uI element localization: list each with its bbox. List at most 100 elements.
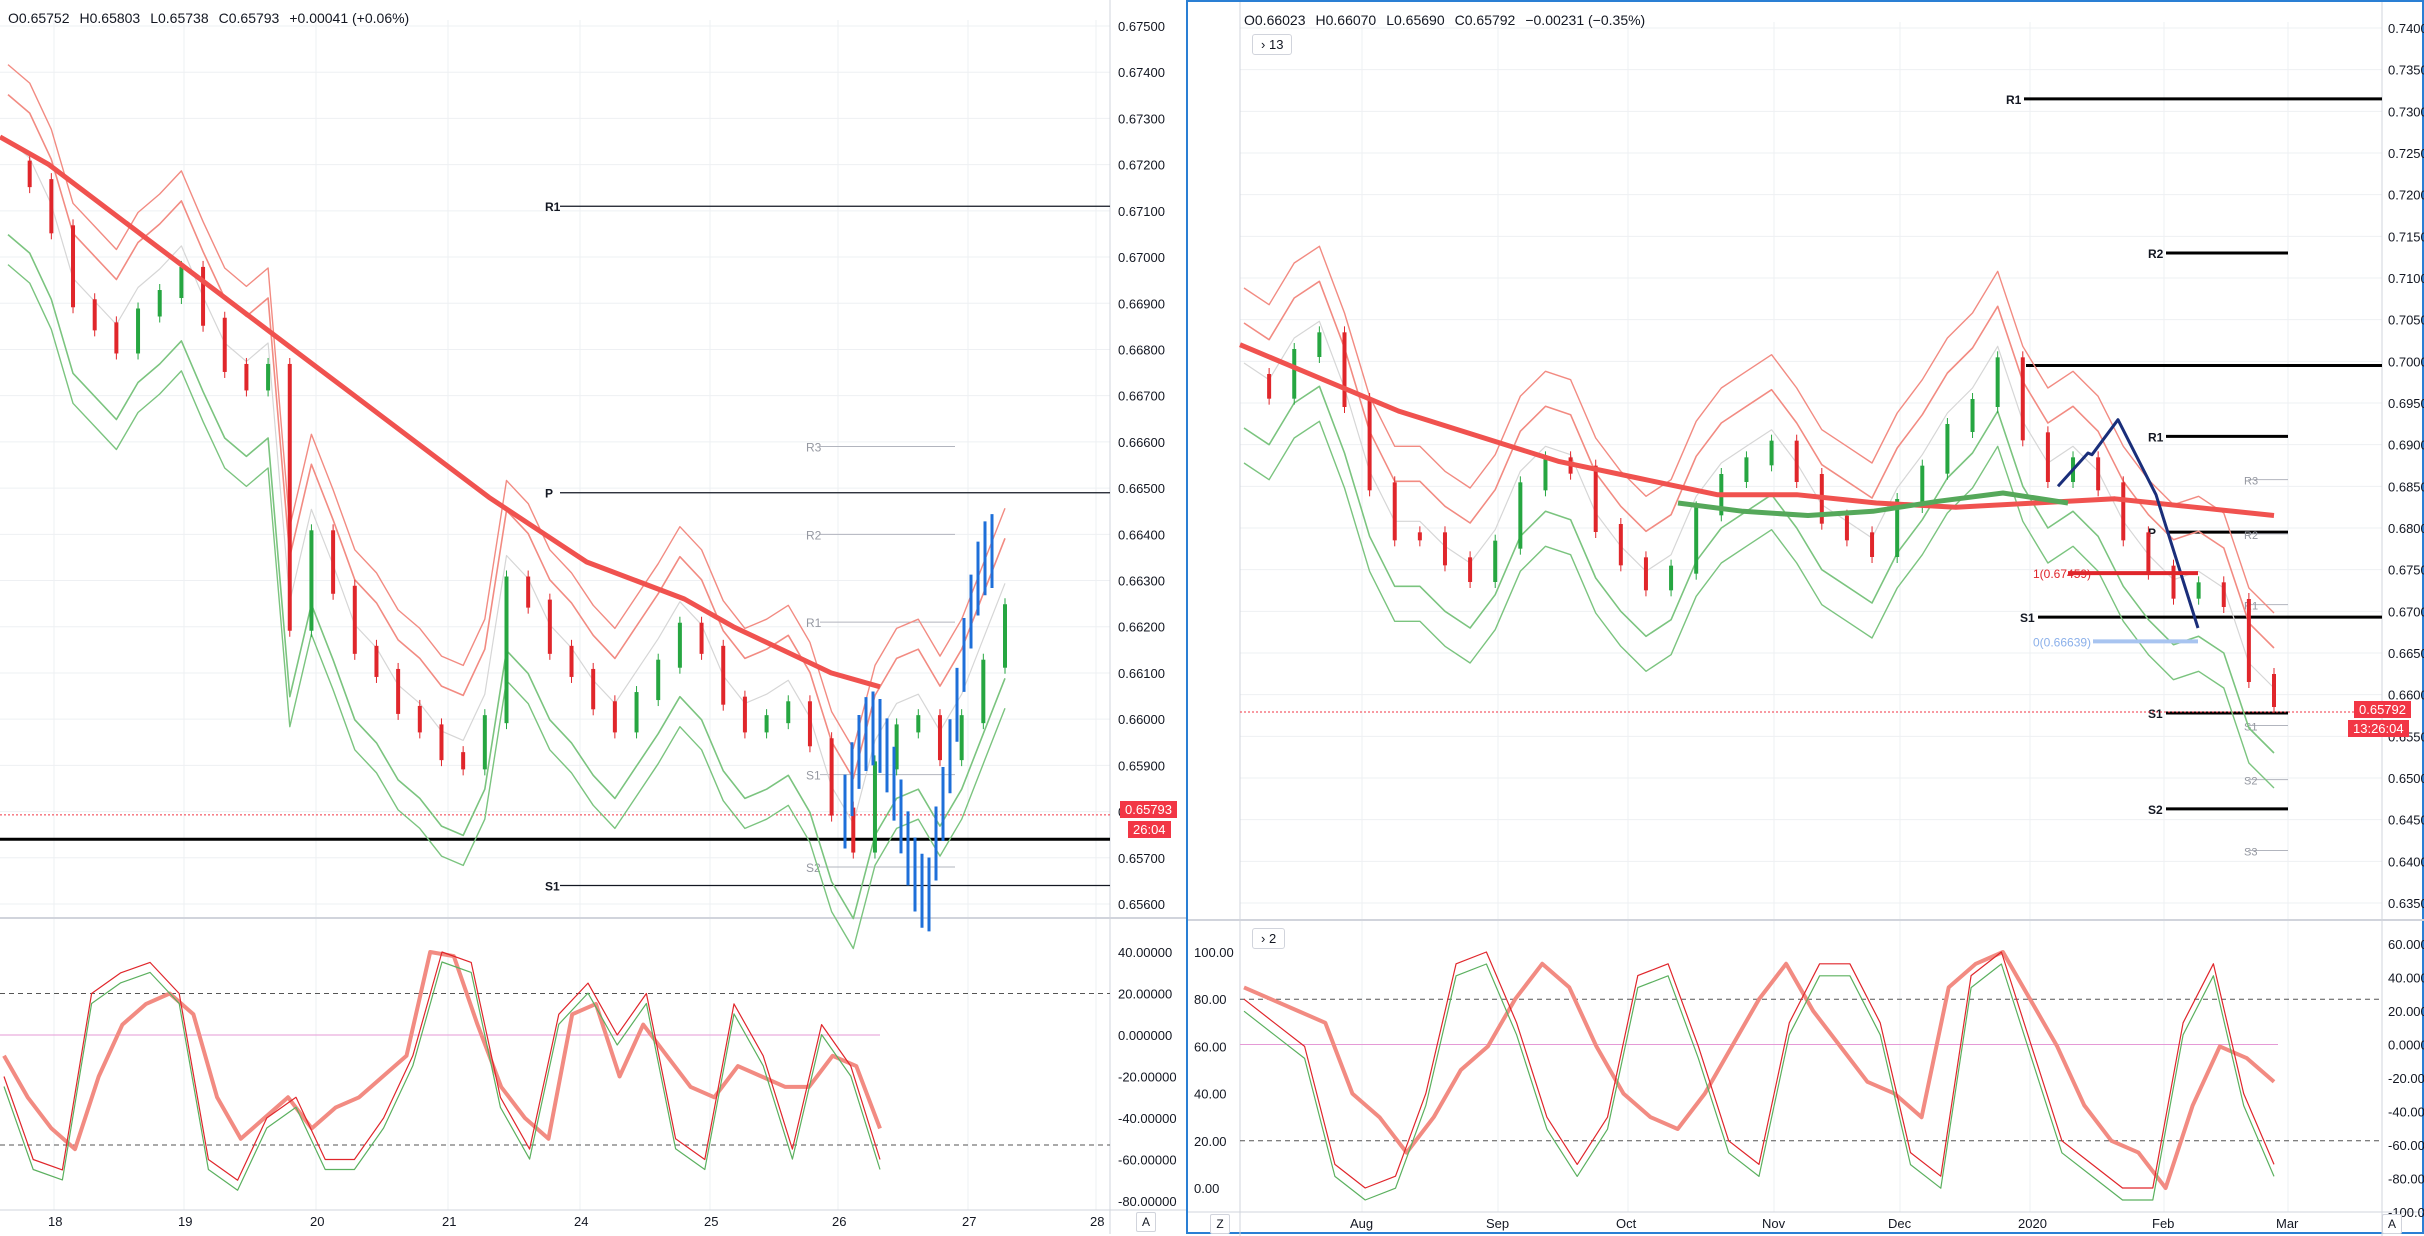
right-forecast-pivot-label: R1 (2244, 601, 2258, 613)
left-countdown-tag: 26:04 (1128, 821, 1171, 838)
left-candle-body (352, 585, 357, 654)
left-time-tick-label: 20 (310, 1214, 324, 1229)
right-osc-left-tick-label: 40.00 (1194, 1087, 1227, 1102)
right-candle-body (1618, 524, 1623, 566)
right-candle-body (1870, 532, 1875, 557)
left-osc-tick-label: 20.00000 (1118, 987, 1172, 1002)
left-osc-tick-label: -40.00000 (1118, 1111, 1177, 1126)
left-osc-tick-label: 0.000000 (1118, 1028, 1172, 1043)
chevron-right-icon: › (1261, 931, 1266, 946)
right-price-tick-label: 0.64000 (2388, 854, 2424, 869)
left-price-tick-label: 0.66900 (1118, 296, 1165, 311)
left-candle-body (872, 761, 877, 853)
right-candle-body (1844, 515, 1849, 541)
right-ohlc-legend: O0.66023 H0.66070 L0.65690 C0.65792 −0.00231… (1244, 12, 1655, 28)
right-forecast-pivot-label: S2 (2244, 776, 2257, 788)
right-pivot-label: S2 (2148, 803, 2163, 817)
left-candle-body (482, 715, 487, 770)
right-candle-body (1694, 507, 1699, 574)
left-time-tick-label: 27 (962, 1214, 976, 1229)
left-candle-body (49, 179, 54, 234)
left-candle-body (786, 701, 791, 724)
right-price-tick-label: 0.67000 (2388, 604, 2424, 619)
oscillator-collapse-button[interactable]: › 2 (1252, 928, 1286, 949)
left-osc-main-line (2, 950, 882, 1152)
left-price-tick-label: 0.66100 (1118, 666, 1165, 681)
left-change: +0.00041 (+0.06%) (289, 10, 410, 26)
right-price-tick-label: 0.70500 (2388, 313, 2424, 328)
right-price-tick-label: 0.68000 (2388, 521, 2424, 536)
left-auto-scale-button[interactable]: A (1136, 1212, 1156, 1232)
right-osc-left-tick-label: 80.00 (1194, 992, 1227, 1007)
left-candle-body (71, 225, 76, 308)
left-candle-body (764, 715, 769, 733)
right-pivot-label: S1 (2148, 707, 2163, 721)
left-candle-body (331, 530, 336, 594)
left-candle-body (807, 701, 812, 747)
left-candle-body (699, 622, 704, 654)
left-candle-body (114, 322, 119, 354)
right-chart-canvas[interactable]: 0.74000 0.73500 0.73000 0.72500 0.72000 0.715… (1188, 2, 2424, 1236)
right-price-tick-label: 0.73500 (2388, 63, 2424, 78)
right-candle-body (1392, 482, 1397, 541)
left-pivot-label: P (545, 487, 553, 501)
indicators-collapse-button[interactable]: › 13 (1252, 34, 1293, 55)
left-price-tick-label: 0.67100 (1118, 204, 1165, 219)
right-keltner-lower (1243, 420, 2275, 789)
left-forecast-pivot-label: S1 (806, 769, 821, 783)
right-time-tick-label: 2020 (2018, 1216, 2047, 1231)
right-keltner-upper (1243, 245, 2275, 614)
left-candle-body (677, 622, 682, 668)
right-price-tick-label: 0.74000 (2388, 21, 2424, 36)
right-moving-average-thin (1243, 320, 2275, 689)
right-pivot-label: R1 (2006, 93, 2022, 107)
left-time-tick-label: 18 (48, 1214, 62, 1229)
left-price-tick-label: 0.65900 (1118, 758, 1165, 773)
left-osc-tick-label: 40.00000 (1118, 945, 1172, 960)
right-time-tick-label: Mar (2276, 1216, 2299, 1231)
left-candle-body (612, 701, 617, 733)
right-price-tick-label: 0.69000 (2388, 438, 2424, 453)
right-osc-left-tick-label: 20.00 (1194, 1134, 1227, 1149)
right-fib-zero-label: 0(0.66639) (2033, 635, 2091, 649)
right-osc-right-tick-label: 40.00000 (2388, 971, 2424, 986)
right-pivot-label: R1 (2148, 430, 2164, 444)
left-price-tick-label: 0.65600 (1118, 897, 1165, 912)
left-candle-body (417, 705, 422, 733)
right-close: C0.65792 (1454, 12, 1516, 28)
left-price-tick-label: 0.66200 (1118, 620, 1165, 635)
right-price-tick-label: 0.72000 (2388, 188, 2424, 203)
left-price-tick-label: 0.65700 (1118, 851, 1165, 866)
left-candle-body (244, 363, 249, 391)
left-chart-panel[interactable]: 0.67500 0.67400 0.67300 0.67200 0.67100 0.670… (0, 0, 1186, 1234)
left-candle-body (547, 599, 552, 654)
left-price-tick-label: 0.66600 (1118, 435, 1165, 450)
right-candle-body (1543, 457, 1548, 491)
left-high: H0.65803 (79, 10, 141, 26)
right-candle-body (1442, 532, 1447, 566)
left-price-tick-label: 0.66700 (1118, 389, 1165, 404)
left-candle-body (916, 715, 921, 733)
right-auto-scale-button[interactable]: A (2382, 1214, 2402, 1234)
left-osc-d-line (3, 961, 881, 1191)
left-candle-body (157, 290, 162, 317)
right-log-scale-button[interactable]: Z (1210, 1214, 1230, 1234)
right-price-tick-label: 0.67500 (2388, 563, 2424, 578)
right-last-price-tag: 0.65792 (2354, 701, 2411, 718)
right-countdown-tag: 13:26:04 (2348, 720, 2409, 737)
right-price-tick-label: 0.72500 (2388, 146, 2424, 161)
right-forecast-pivot-label: S1 (2244, 722, 2257, 734)
right-chart-panel[interactable]: 0.74000 0.73500 0.73000 0.72500 0.72000 0.715… (1186, 0, 2424, 1236)
left-candle-body (27, 160, 32, 188)
left-last-price-tag: 0.65793 (1120, 801, 1177, 818)
chevron-right-icon: › (1261, 37, 1266, 52)
left-forecast-pivot-label: S2 (806, 861, 821, 875)
right-candle-body (1518, 482, 1523, 549)
left-candle-body (721, 645, 726, 705)
left-chart-canvas[interactable]: 0.67500 0.67400 0.67300 0.67200 0.67100 0.670… (0, 0, 1186, 1234)
right-candle-body (1769, 440, 1774, 466)
left-price-tick-label: 0.66500 (1118, 481, 1165, 496)
left-moving-average-thick (0, 134, 881, 690)
left-price-tick-label: 0.67400 (1118, 65, 1165, 80)
right-time-tick-label: Aug (1350, 1216, 1373, 1231)
